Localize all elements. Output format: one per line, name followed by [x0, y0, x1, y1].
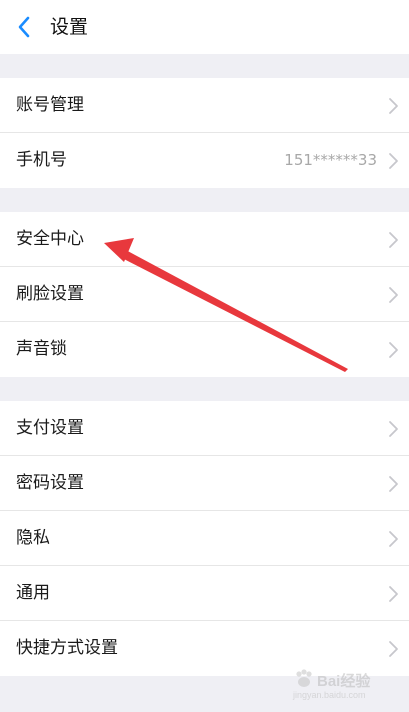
settings-item-label: 快捷方式设置	[16, 638, 118, 658]
chevron-right-icon	[389, 586, 398, 602]
settings-item-label: 支付设置	[16, 418, 84, 438]
settings-item-privacy[interactable]: 隐私	[0, 511, 409, 566]
settings-item-label: 刷脸设置	[16, 284, 84, 304]
chevron-right-icon	[389, 421, 398, 437]
settings-item-label: 隐私	[16, 528, 50, 548]
settings-item-label: 通用	[16, 583, 50, 603]
settings-item-label: 密码设置	[16, 473, 84, 493]
settings-item-password-settings[interactable]: 密码设置	[0, 456, 409, 511]
chevron-right-icon	[389, 641, 398, 657]
settings-item-face-settings[interactable]: 刷脸设置	[0, 267, 409, 322]
settings-item-label: 安全中心	[16, 229, 84, 249]
navigation-bar: 设置	[0, 0, 409, 54]
watermark-url: jingyan.baidu.com	[293, 690, 366, 700]
settings-group-account: 账号管理 手机号 151******33	[0, 78, 409, 188]
settings-item-general[interactable]: 通用	[0, 566, 409, 621]
chevron-right-icon	[389, 232, 398, 248]
chevron-right-icon	[389, 342, 398, 358]
page-title: 设置	[50, 16, 89, 38]
chevron-right-icon	[389, 287, 398, 303]
settings-screen: 设置 账号管理 手机号 151******33 安全中心 刷脸设置 声音锁 支付…	[0, 0, 409, 712]
chevron-left-icon[interactable]	[10, 12, 40, 42]
baidu-jingyan-watermark: Bai经验 jingyan.baidu.com	[293, 664, 383, 706]
settings-group-general: 支付设置 密码设置 隐私 通用 快捷方式设置	[0, 401, 409, 676]
settings-item-account-management[interactable]: 账号管理	[0, 78, 409, 133]
chevron-right-icon	[389, 531, 398, 547]
settings-item-voice-lock[interactable]: 声音锁	[0, 322, 409, 377]
settings-item-label: 手机号	[16, 150, 67, 170]
chevron-right-icon	[389, 98, 398, 114]
settings-group-security: 安全中心 刷脸设置 声音锁	[0, 212, 409, 377]
paw-logo-icon	[296, 669, 312, 687]
watermark-brand: Bai经验	[317, 673, 371, 690]
settings-item-label: 账号管理	[16, 95, 84, 115]
settings-item-payment-settings[interactable]: 支付设置	[0, 401, 409, 456]
phone-number-value: 151******33	[284, 151, 377, 169]
settings-item-phone[interactable]: 手机号 151******33	[0, 133, 409, 188]
settings-item-security-center[interactable]: 安全中心	[0, 212, 409, 267]
chevron-right-icon	[389, 153, 398, 169]
settings-item-label: 声音锁	[16, 339, 67, 359]
chevron-right-icon	[389, 476, 398, 492]
